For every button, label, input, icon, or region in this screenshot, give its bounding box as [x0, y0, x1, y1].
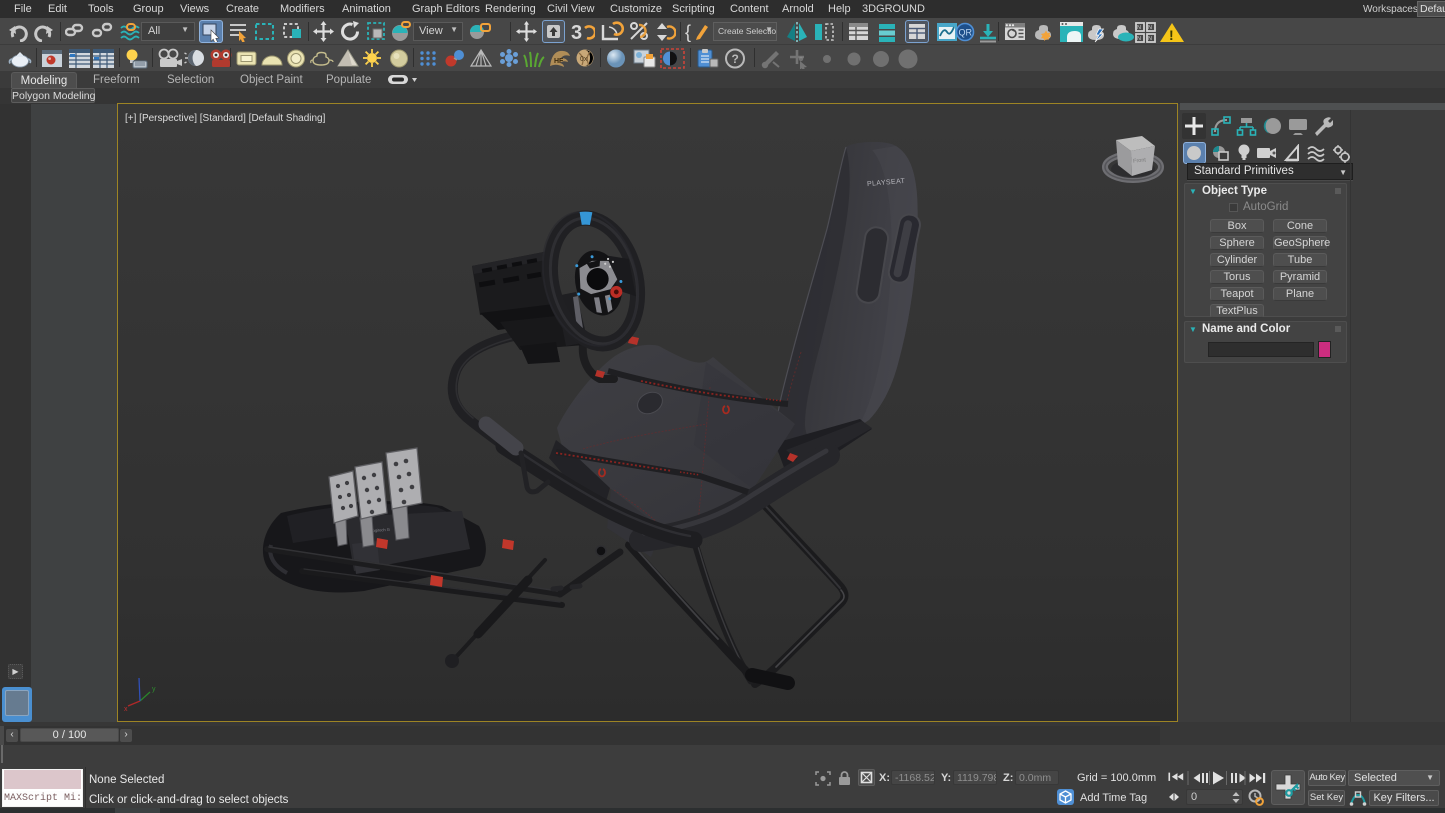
svg-text:[+] [Perspective] [Standard] [: [+] [Perspective] [Standard] [Default Sh… [125, 113, 326, 124]
svg-text:N: N [1148, 25, 1152, 31]
svg-text:N: N [1137, 25, 1141, 31]
svg-text:?: ? [732, 52, 739, 66]
svg-text:x: x [124, 706, 128, 713]
svg-text:HF: HF [554, 58, 564, 65]
svg-text:N: N [1137, 36, 1141, 42]
svg-text:N: N [1148, 36, 1152, 42]
svg-text:3: 3 [571, 22, 582, 43]
svg-text:!: ! [1169, 27, 1174, 43]
svg-text:0x: 0x [580, 56, 588, 63]
svg-text:{: { [685, 22, 691, 42]
svg-text:y: y [152, 686, 156, 693]
svg-text:QR: QR [959, 28, 973, 38]
